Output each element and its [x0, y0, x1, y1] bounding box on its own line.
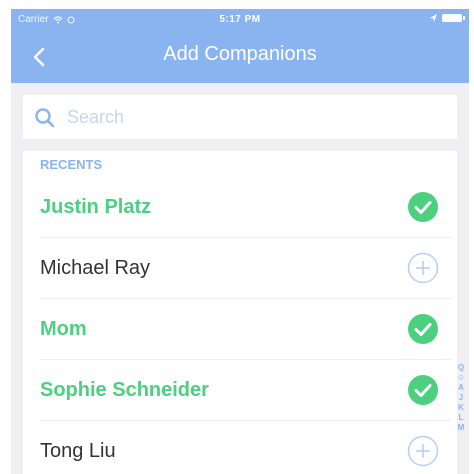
- add-circle-icon[interactable]: [407, 252, 439, 284]
- index-letter[interactable]: Q: [458, 363, 464, 372]
- header: Carrier 5:17 PM Add Companions: [11, 9, 469, 83]
- status-bar: Carrier 5:17 PM: [11, 9, 469, 31]
- checkmark-circle-icon[interactable]: [407, 313, 439, 345]
- page-title: Add Companions: [163, 43, 317, 65]
- index-letter[interactable]: J: [459, 393, 463, 402]
- contact-name: Mom: [40, 318, 87, 340]
- index-letter[interactable]: ☺: [457, 373, 465, 382]
- search-icon: [35, 108, 55, 128]
- contact-row[interactable]: Tong Liu: [23, 421, 457, 474]
- location-icon: [430, 14, 437, 22]
- contact-row[interactable]: Michael Ray: [23, 238, 457, 299]
- index-letter[interactable]: L: [459, 413, 464, 422]
- section-header-recents: RECENTS: [40, 157, 103, 172]
- status-time: 5:17 PM: [219, 14, 261, 25]
- contact-row[interactable]: Justin Platz: [23, 177, 457, 238]
- contacts-list-card: RECENTS Justin Platz Michael Ray Mom Sop…: [23, 151, 457, 474]
- contact-name: Justin Platz: [40, 196, 152, 218]
- contact-name: Sophie Schneider: [40, 379, 209, 401]
- contact-name: Michael Ray: [40, 257, 151, 279]
- checkmark-circle-icon[interactable]: [407, 374, 439, 406]
- checkmark-circle-icon[interactable]: [407, 191, 439, 223]
- search-input[interactable]: [67, 103, 437, 131]
- status-right: [430, 14, 465, 22]
- contact-list: Justin Platz Michael Ray Mom Sophie Schn…: [23, 177, 457, 474]
- search-bar[interactable]: [23, 95, 457, 139]
- index-letter[interactable]: K: [458, 403, 464, 412]
- add-circle-icon[interactable]: [407, 435, 439, 467]
- contact-name: Tong Liu: [40, 440, 116, 462]
- app-screen: Carrier 5:17 PM Add Companions Search RE…: [11, 9, 469, 474]
- contact-row[interactable]: Mom: [23, 299, 457, 360]
- index-letter[interactable]: A: [458, 383, 464, 392]
- battery-icon: [442, 14, 465, 22]
- contact-row[interactable]: Sophie Schneider: [23, 360, 457, 421]
- section-index-bar[interactable]: Q ☺ A J K L M: [455, 363, 467, 432]
- index-letter[interactable]: M: [458, 423, 465, 432]
